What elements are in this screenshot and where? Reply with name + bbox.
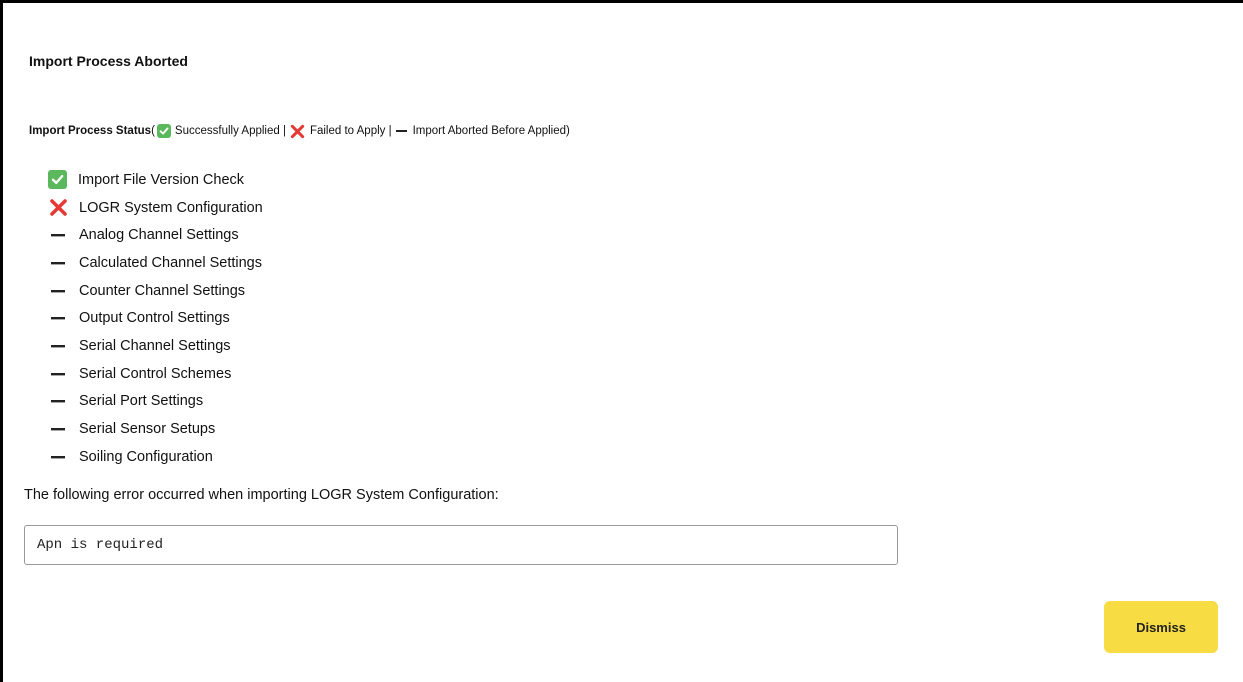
legend-aborted-label: Import Aborted Before Applied)	[412, 125, 570, 137]
import-step-label: Serial Control Schemes	[79, 365, 232, 382]
import-step-label: Counter Channel Settings	[79, 282, 246, 299]
window-left-border	[0, 0, 3, 682]
import-step-label: Serial Channel Settings	[79, 337, 231, 354]
import-step-label: Output Control Settings	[79, 310, 230, 327]
import-step-label: LOGR System Configuration	[79, 199, 263, 216]
import-step-item: Calculated Channel Settings	[48, 249, 263, 277]
import-step-item: Output Control Settings	[48, 304, 263, 332]
dash-icon	[48, 364, 68, 384]
import-step-label: Analog Channel Settings	[79, 227, 239, 244]
import-step-label: Soiling Configuration	[79, 448, 213, 465]
dash-icon	[48, 225, 68, 245]
import-step-item: Counter Channel Settings	[48, 277, 263, 305]
error-message: The following error occurred when import…	[24, 487, 499, 503]
dash-icon	[48, 447, 68, 467]
import-step-item: Serial Control Schemes	[48, 360, 263, 388]
legend-failed-label: Failed to Apply |	[309, 125, 392, 137]
check-mark-icon	[48, 170, 67, 190]
status-legend: Import Process Status ( Successfully App…	[29, 123, 570, 139]
dash-icon	[48, 391, 68, 411]
window-top-border	[0, 0, 1243, 3]
error-detail-field[interactable]: Apn is required	[24, 525, 898, 565]
check-mark-icon	[156, 124, 171, 138]
import-step-label: Serial Port Settings	[79, 393, 204, 410]
import-step-item: Soiling Configuration	[48, 443, 263, 471]
dash-icon	[48, 308, 68, 328]
dash-icon	[48, 336, 68, 356]
import-step-item: Serial Channel Settings	[48, 332, 263, 360]
dash-icon	[48, 419, 68, 439]
dialog-title: Import Process Aborted	[29, 53, 188, 69]
import-steps-list: Import File Version Check LOGR System Con…	[48, 166, 263, 471]
dash-icon	[48, 281, 68, 301]
dismiss-button[interactable]: Dismiss	[1104, 601, 1218, 653]
dash-icon	[395, 125, 407, 137]
import-step-item: Serial Sensor Setups	[48, 415, 263, 443]
legend-open-paren: (	[151, 125, 155, 137]
import-step-label: Import File Version Check	[78, 171, 245, 188]
import-step-item: LOGR System Configuration	[48, 194, 263, 222]
import-step-item: Import File Version Check	[48, 166, 263, 194]
import-step-label: Calculated Channel Settings	[79, 254, 262, 271]
dash-icon	[48, 253, 68, 273]
import-step-item: Serial Port Settings	[48, 388, 263, 416]
import-step-label: Serial Sensor Setups	[79, 421, 216, 438]
x-mark-icon	[48, 198, 68, 218]
import-step-item: Analog Channel Settings	[48, 221, 263, 249]
x-mark-icon	[290, 123, 306, 139]
legend-success-label: Successfully Applied |	[174, 125, 286, 137]
status-heading: Import Process Status	[29, 125, 152, 137]
